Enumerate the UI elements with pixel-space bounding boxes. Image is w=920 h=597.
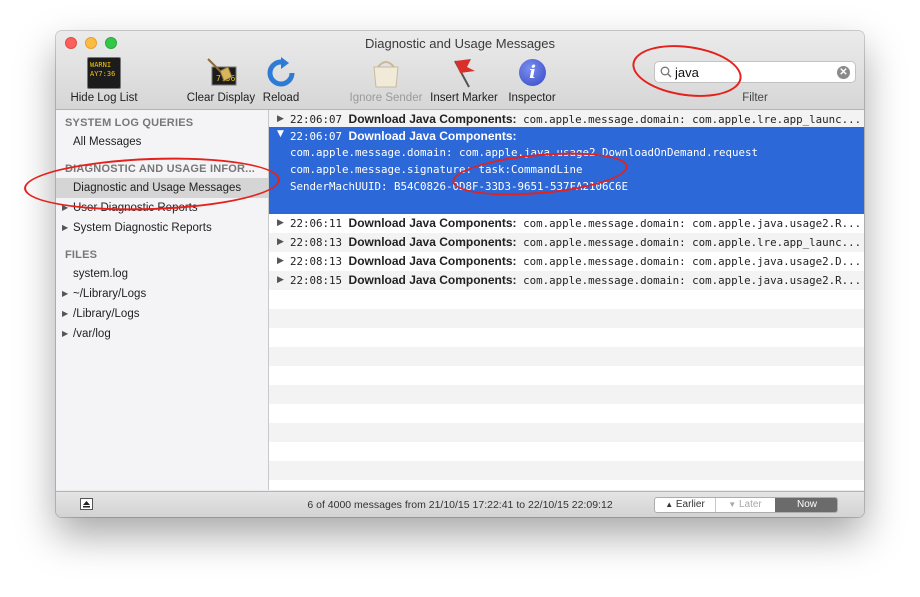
section-files: FILES bbox=[65, 249, 98, 261]
sidebar-item-system-diagnostic-reports[interactable]: ▶ System Diagnostic Reports bbox=[56, 218, 268, 238]
time-navigation-control: ▲ Earlier ▼ Later Now bbox=[654, 497, 838, 513]
insert-marker-button[interactable]: Insert Marker bbox=[430, 57, 498, 107]
sidebar-item-label: /Library/Logs bbox=[73, 308, 140, 320]
reload-icon bbox=[264, 57, 298, 89]
message-body: com.apple.message.domain: com.apple.java… bbox=[523, 274, 862, 287]
message-text: 22:08:15 Download Java Components: com.a… bbox=[290, 271, 861, 290]
disclosure-triangle-icon[interactable]: ▶ bbox=[62, 218, 68, 238]
sidebar-item-system-log[interactable]: system.log bbox=[56, 264, 268, 284]
empty-row bbox=[269, 309, 864, 328]
empty-row bbox=[269, 366, 864, 385]
sidebar-item-var-log[interactable]: ▶ /var/log bbox=[56, 324, 268, 344]
sidebar-item-all-messages[interactable]: All Messages bbox=[56, 132, 268, 152]
section-system-log-queries: SYSTEM LOG QUERIES bbox=[65, 117, 194, 129]
message-body: com.apple.message.domain: com.apple.java… bbox=[523, 255, 862, 268]
empty-row bbox=[269, 423, 864, 442]
earlier-label: Earlier bbox=[675, 499, 705, 510]
disclosure-triangle-icon[interactable]: ▶ bbox=[277, 233, 284, 252]
message-time: 22:08:13 bbox=[290, 255, 343, 268]
inspector-label: Inspector bbox=[508, 92, 556, 104]
ignore-sender-label: Ignore Sender bbox=[349, 92, 423, 104]
message-sender: Download Java Components: bbox=[348, 273, 517, 287]
sidebar-item-library-logs[interactable]: ▶ /Library/Logs bbox=[56, 304, 268, 324]
message-body: com.apple.message.domain: com.apple.java… bbox=[523, 217, 862, 230]
later-label: Later bbox=[738, 499, 762, 510]
arrow-up-icon: ▲ bbox=[665, 500, 674, 509]
message-sender: Download Java Components: bbox=[348, 235, 517, 249]
message-time: 22:06:07 bbox=[290, 113, 343, 126]
disclosure-triangle-expanded-icon[interactable]: ▼ bbox=[277, 129, 284, 139]
empty-row bbox=[269, 347, 864, 366]
reload-label: Reload bbox=[262, 92, 300, 104]
disclosure-triangle-icon[interactable]: ▶ bbox=[277, 271, 284, 290]
message-time: 22:08:15 bbox=[290, 274, 343, 287]
message-body: com.apple.message.domain: com.apple.lre.… bbox=[523, 236, 862, 249]
empty-row bbox=[269, 328, 864, 347]
sidebar-item-label: ~/Library/Logs bbox=[73, 288, 147, 300]
table-row[interactable]: ▶ 22:08:13 Download Java Components: com… bbox=[269, 233, 864, 252]
message-sender: Download Java Components: bbox=[348, 254, 517, 268]
arrow-down-icon: ▼ bbox=[728, 500, 737, 509]
disclosure-triangle-icon[interactable]: ▶ bbox=[277, 214, 284, 233]
empty-row bbox=[269, 442, 864, 461]
table-row[interactable]: ▶ 22:08:13 Download Java Components: com… bbox=[269, 252, 864, 271]
table-row[interactable]: ▶ 22:06:11 Download Java Components: com… bbox=[269, 214, 864, 233]
window-title: Diagnostic and Usage Messages bbox=[364, 36, 556, 51]
message-sender: Download Java Components: bbox=[348, 216, 517, 230]
message-sender: Download Java Components: bbox=[348, 112, 517, 126]
console-window: Diagnostic and Usage Messages WARNI AY7:… bbox=[56, 31, 864, 517]
disclosure-triangle-icon[interactable]: ▶ bbox=[277, 252, 284, 271]
reload-button[interactable]: Reload bbox=[263, 57, 299, 107]
disclosure-triangle-icon[interactable]: ▶ bbox=[62, 284, 68, 304]
message-time: 22:06:07 bbox=[290, 130, 343, 143]
message-text: 22:06:11 Download Java Components: com.a… bbox=[290, 214, 861, 233]
flag-icon bbox=[447, 57, 481, 89]
broom-icon: 7:36 bbox=[204, 57, 238, 89]
clear-display-button[interactable]: 7:36 Clear Display bbox=[187, 57, 255, 107]
message-header: 22:06:07 Download Java Components: bbox=[290, 129, 517, 143]
empty-row bbox=[269, 290, 864, 309]
empty-row bbox=[269, 404, 864, 423]
later-button[interactable]: ▼ Later bbox=[716, 498, 774, 512]
sidebar-item-user-library-logs[interactable]: ▶ ~/Library/Logs bbox=[56, 284, 268, 304]
console-warning-icon: WARNI AY7:36 bbox=[87, 57, 121, 89]
toolbar: Diagnostic and Usage Messages WARNI AY7:… bbox=[56, 31, 864, 110]
empty-row bbox=[269, 461, 864, 480]
status-bar: 6 of 4000 messages from 21/10/15 17:22:4… bbox=[56, 491, 864, 517]
disclosure-triangle-icon[interactable]: ▶ bbox=[62, 324, 68, 344]
clear-search-icon[interactable]: ✕ bbox=[837, 66, 850, 79]
console-icon-line-1: WARNI bbox=[90, 61, 112, 69]
message-body: com.apple.message.domain: com.apple.lre.… bbox=[523, 113, 862, 126]
ignore-sender-icon bbox=[369, 57, 403, 89]
insert-marker-label: Insert Marker bbox=[430, 92, 498, 104]
empty-row bbox=[269, 385, 864, 404]
message-time: 22:08:13 bbox=[290, 236, 343, 249]
inspector-button[interactable]: i Inspector bbox=[508, 57, 556, 107]
info-icon-glyph: i bbox=[519, 59, 546, 86]
now-button[interactable]: Now bbox=[775, 498, 837, 512]
console-icon-line-2: AY7:36 bbox=[90, 70, 116, 78]
disclosure-triangle-icon[interactable]: ▶ bbox=[62, 304, 68, 324]
info-icon: i bbox=[515, 57, 549, 89]
message-text: 22:08:13 Download Java Components: com.a… bbox=[290, 233, 861, 252]
earlier-button[interactable]: ▲ Earlier bbox=[655, 498, 716, 512]
hide-log-list-button[interactable]: WARNI AY7:36 Hide Log List bbox=[70, 57, 138, 107]
message-sender: Download Java Components: bbox=[348, 129, 517, 143]
ignore-sender-button[interactable]: Ignore Sender bbox=[350, 57, 422, 107]
hide-log-list-label: Hide Log List bbox=[70, 92, 138, 104]
sidebar-item-label: /var/log bbox=[73, 328, 111, 340]
message-text: 22:08:13 Download Java Components: com.a… bbox=[290, 252, 861, 271]
table-row[interactable]: ▶ 22:08:15 Download Java Components: com… bbox=[269, 271, 864, 290]
message-time: 22:06:11 bbox=[290, 217, 343, 230]
sidebar-item-label: System Diagnostic Reports bbox=[73, 222, 212, 234]
